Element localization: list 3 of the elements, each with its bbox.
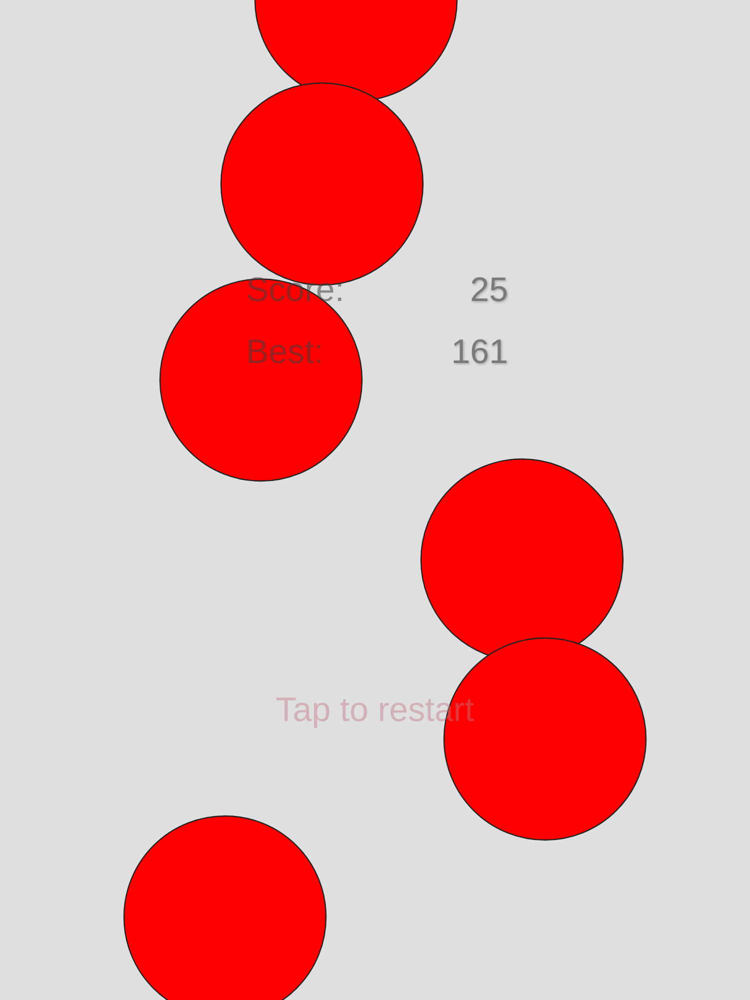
score-value: 25 [470, 270, 508, 310]
score-label: Best: [246, 332, 324, 372]
score-value: 161 [451, 332, 508, 372]
